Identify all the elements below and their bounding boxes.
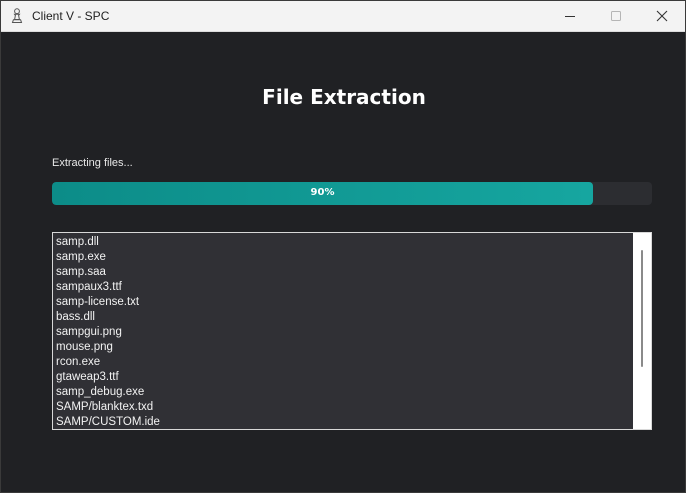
progress-bar: 90% [52, 182, 652, 205]
list-item[interactable]: samp.dll [56, 235, 651, 250]
maximize-button[interactable] [593, 1, 639, 31]
extracted-files-list[interactable]: samp.dll samp.exe samp.saa sampaux3.ttf samp… [52, 232, 652, 430]
chess-pawn-icon [10, 8, 24, 24]
list-item[interactable]: samp.saa [56, 265, 651, 280]
list-item[interactable]: samp.exe [56, 250, 651, 265]
maximize-icon [611, 11, 621, 21]
progress-label: 90% [310, 187, 335, 198]
list-item[interactable]: rcon.exe [56, 355, 651, 370]
window-title: Client V - SPC [32, 9, 110, 23]
list-item[interactable]: samp_debug.exe [56, 385, 651, 400]
minimize-icon [565, 16, 575, 17]
close-icon [656, 10, 668, 22]
app-window: Client V - SPC File Extraction Extractin… [0, 0, 686, 493]
list-item[interactable]: bass.dll [56, 310, 651, 325]
list-item[interactable]: gtaweap3.ttf [56, 370, 651, 385]
close-button[interactable] [639, 1, 685, 31]
page-title: File Extraction [262, 85, 426, 109]
title-bar[interactable]: Client V - SPC [1, 1, 685, 32]
list-item[interactable]: sampaux3.ttf [56, 280, 651, 295]
status-text: Extracting files... [52, 157, 133, 169]
progress-fill: 90% [52, 182, 593, 205]
scrollbar-thumb[interactable] [641, 250, 643, 367]
list-item[interactable]: mouse.png [56, 340, 651, 355]
list-item[interactable]: SAMP/CUSTOM.ide [56, 415, 651, 429]
list-item[interactable]: sampgui.png [56, 325, 651, 340]
minimize-button[interactable] [547, 1, 593, 31]
list-item[interactable]: samp-license.txt [56, 295, 651, 310]
file-items: samp.dll samp.exe samp.saa sampaux3.ttf samp… [53, 233, 651, 429]
list-item[interactable]: SAMP/blanktex.txd [56, 400, 651, 415]
scrollbar[interactable] [633, 233, 651, 429]
